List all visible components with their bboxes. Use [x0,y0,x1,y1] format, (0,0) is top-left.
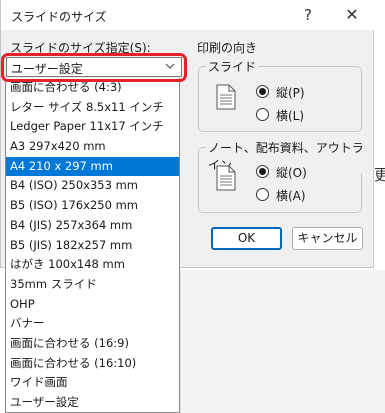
background-text-fragment: 更 [374,166,385,184]
dropdown-option[interactable]: B4 (JIS) 257x364 mm [6,216,179,236]
help-button[interactable]: ? [293,2,323,28]
dropdown-option[interactable]: バナー [6,314,179,334]
dropdown-option[interactable]: A3 297x420 mm [6,137,179,157]
dropdown-option[interactable]: Ledger Paper 11x17 インチ [6,117,179,137]
highlight-annotation [1,53,187,82]
dropdown-option[interactable]: 画面に合わせる (16:10) [6,354,179,374]
dropdown-option[interactable]: B5 (ISO) 176x250 mm [6,196,179,216]
notes-portrait-label: 縦(O) [276,166,307,180]
dialog-title: スライドのサイズ [11,10,107,24]
dropdown-option[interactable]: 画面に合わせる (16:9) [6,334,179,354]
dropdown-option[interactable]: 35mm スライド [6,275,179,295]
dialog-titlebar: スライドのサイズ ? ✕ [1,0,375,30]
orientation-title: 印刷の向き [197,41,258,55]
dropdown-option[interactable]: ワイド画面 [6,373,179,393]
portrait-page-icon [216,165,236,191]
notes-landscape-label: 横(A) [276,189,306,203]
dropdown-option[interactable]: B5 (JIS) 182x257 mm [6,236,179,256]
portrait-page-icon [216,84,236,110]
radio-button[interactable] [256,108,269,121]
dropdown-option[interactable]: はがき 100x148 mm [6,255,179,275]
radio-button-checked[interactable] [256,165,269,178]
radio-button[interactable] [256,188,269,201]
slide-landscape-label: 横(L) [276,109,305,123]
radio-button-checked[interactable] [256,85,269,98]
dropdown-option[interactable]: B4 (ISO) 250x353 mm [6,176,179,196]
close-button[interactable]: ✕ [337,2,367,28]
dropdown-option[interactable]: ユーザー設定 [6,393,179,412]
dropdown-option[interactable]: OHP [6,295,179,315]
slide-orientation-label: スライド [206,58,259,75]
background-panel [180,270,385,413]
cancel-button[interactable]: キャンセル [292,227,363,250]
slide-portrait-label: 縦(P) [276,86,305,100]
ok-button[interactable]: OK [211,227,282,250]
dropdown-option[interactable]: A4 210 x 297 mm [6,156,179,177]
slide-size-dropdown-list: 画面に合わせる (4:3) レター サイズ 8.5x11 インチ Ledger Pa… [5,78,180,413]
dropdown-option[interactable]: レター サイズ 8.5x11 インチ [6,98,179,118]
